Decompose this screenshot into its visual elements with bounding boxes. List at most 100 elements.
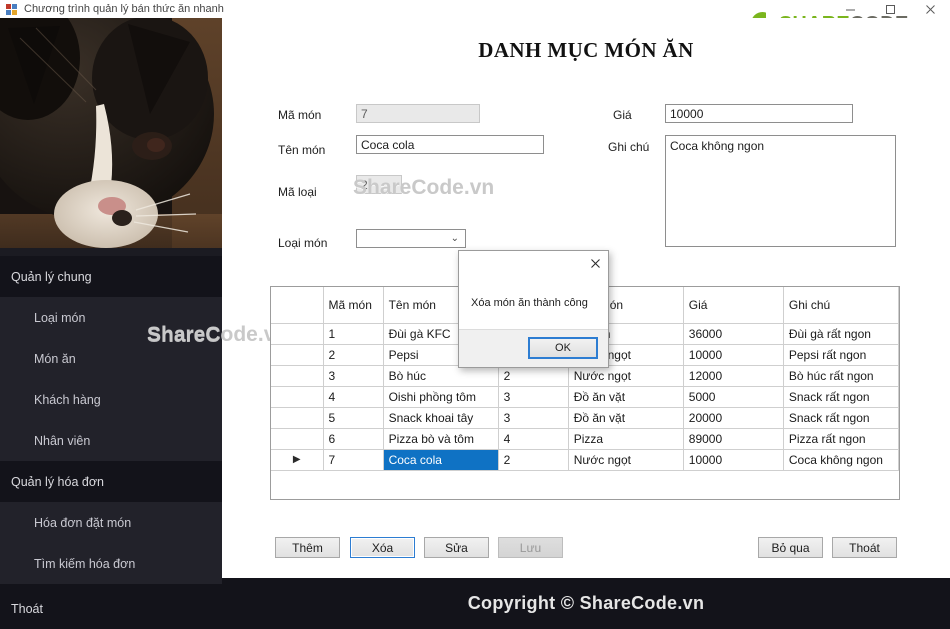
dialog-title-bar xyxy=(459,251,608,277)
cell-gia[interactable]: 36000 xyxy=(683,323,784,345)
sidebar-sublist-quan-ly-hoa-don: Hóa đơn đặt món Tìm kiếm hóa đơn xyxy=(0,502,222,584)
loai-mon-select[interactable]: ⌄ xyxy=(356,229,466,248)
sidebar-item-thoat[interactable]: Thoát xyxy=(0,584,222,629)
table-row[interactable]: 4 Oishi phồng tôm 3 Đồ ăn vặt 5000 Snack… xyxy=(271,386,899,408)
cell-loai-mon[interactable]: Đồ ăn vặt xyxy=(568,386,684,408)
sidebar-item-label: Hóa đơn đặt món xyxy=(34,515,132,530)
ma-mon-input[interactable] xyxy=(356,104,480,123)
cell-ghi-chu[interactable]: Bò húc rất ngon xyxy=(783,365,899,387)
label-gia: Giá xyxy=(613,108,632,122)
row-marker xyxy=(271,386,324,408)
sidebar-item-mon-an[interactable]: Món ăn xyxy=(0,338,222,379)
cell-ma-mon[interactable]: 6 xyxy=(323,428,384,450)
ten-mon-input[interactable] xyxy=(356,135,544,154)
cell-loai-mon[interactable]: Pizza xyxy=(568,428,684,450)
row-marker xyxy=(271,365,324,387)
label-loai-mon: Loại món xyxy=(278,236,328,250)
sidebar-item-khach-hang[interactable]: Khách hàng xyxy=(0,379,222,420)
cell-ghi-chu[interactable]: Pizza rất ngon xyxy=(783,428,899,450)
cell-ma-loai[interactable]: 3 xyxy=(498,407,569,429)
cell-ma-mon[interactable]: 7 xyxy=(323,449,384,471)
table-row[interactable]: 5 Snack khoai tây 3 Đồ ăn vặt 20000 Snac… xyxy=(271,407,899,429)
dialog-footer: OK xyxy=(459,329,608,367)
cell-ma-mon[interactable]: 5 xyxy=(323,407,384,429)
cell-gia[interactable]: 89000 xyxy=(683,428,784,450)
row-marker xyxy=(271,407,324,429)
cell-ma-loai[interactable]: 2 xyxy=(498,365,569,387)
sua-button[interactable]: Sửa xyxy=(424,537,489,558)
cell-ma-mon[interactable]: 2 xyxy=(323,344,384,366)
th-ma-mon[interactable]: Mã món xyxy=(323,287,384,324)
th-ghi-chu[interactable]: Ghi chú xyxy=(783,287,899,324)
th-row-selector[interactable] xyxy=(271,287,324,324)
cell-gia[interactable]: 5000 xyxy=(683,386,784,408)
sidebar-group-label: Quản lý chung xyxy=(11,269,92,284)
dialog-message: Xóa món ăn thành công xyxy=(471,297,588,309)
sidebar-item-label: Khách hàng xyxy=(34,392,101,407)
chevron-down-icon: ⌄ xyxy=(450,232,459,244)
cat-photo xyxy=(0,18,222,256)
sidebar-item-loai-mon[interactable]: Loại món xyxy=(0,297,222,338)
bo-qua-button[interactable]: Bỏ qua xyxy=(758,537,823,558)
sidebar-item-label: Tìm kiếm hóa đơn xyxy=(34,556,136,571)
sidebar-group-quan-ly-chung[interactable]: Quản lý chung xyxy=(0,256,222,297)
cell-ten-mon[interactable]: Oishi phồng tôm xyxy=(383,386,499,408)
sidebar-item-hoa-don-dat-mon[interactable]: Hóa đơn đặt món xyxy=(0,502,222,543)
them-button[interactable]: Thêm xyxy=(275,537,340,558)
cell-ten-mon[interactable]: Coca cola xyxy=(383,449,499,471)
cell-ghi-chu[interactable]: Pepsi rất ngon xyxy=(783,344,899,366)
page-title: DANH MỤC MÓN ĂN xyxy=(478,38,694,62)
cell-ma-loai[interactable]: 4 xyxy=(498,428,569,450)
sidebar-item-nhan-vien[interactable]: Nhân viên xyxy=(0,420,222,461)
cell-gia[interactable]: 10000 xyxy=(683,449,784,471)
cell-ma-loai[interactable]: 3 xyxy=(498,386,569,408)
cell-ma-loai[interactable]: 2 xyxy=(498,449,569,471)
cell-ma-mon[interactable]: 1 xyxy=(323,323,384,345)
th-gia[interactable]: Giá xyxy=(683,287,784,324)
cell-ghi-chu[interactable]: Snack rất ngon xyxy=(783,407,899,429)
row-marker xyxy=(271,323,324,345)
cell-gia[interactable]: 12000 xyxy=(683,365,784,387)
table-row-selected[interactable]: ▶ 7 Coca cola 2 Nước ngọt 10000 Coca khô… xyxy=(271,449,899,471)
label-ten-mon: Tên món xyxy=(278,143,326,157)
row-marker: ▶ xyxy=(271,449,324,471)
cell-loai-mon[interactable]: Nước ngọt xyxy=(568,449,684,471)
sidebar-item-tim-kiem-hoa-don[interactable]: Tìm kiếm hóa đơn xyxy=(0,543,222,584)
ghi-chu-textarea[interactable]: Coca không ngon xyxy=(665,135,896,247)
cell-loai-mon[interactable]: Nước ngọt xyxy=(568,365,684,387)
cell-ten-mon[interactable]: Bò húc xyxy=(383,365,499,387)
dialog-close-icon[interactable] xyxy=(582,251,608,275)
application-window: Chương trình quản lý bán thức ăn nhanh S… xyxy=(0,0,950,629)
cell-gia[interactable]: 10000 xyxy=(683,344,784,366)
cell-ma-mon[interactable]: 4 xyxy=(323,386,384,408)
sidebar: Quản lý chung Loại món Món ăn Khách hàng… xyxy=(0,18,222,629)
cell-ghi-chu[interactable]: Đùi gà rất ngon xyxy=(783,323,899,345)
window-title: Chương trình quản lý bán thức ăn nhanh xyxy=(24,3,224,15)
cell-ma-mon[interactable]: 3 xyxy=(323,365,384,387)
ma-loai-input[interactable] xyxy=(356,175,402,194)
sidebar-group-quan-ly-hoa-don[interactable]: Quản lý hóa đơn xyxy=(0,461,222,502)
copyright-text: Copyright © ShareCode.vn xyxy=(467,593,705,613)
luu-button[interactable]: Lưu xyxy=(498,537,563,558)
table-row[interactable]: 3 Bò húc 2 Nước ngọt 12000 Bò húc rất ng… xyxy=(271,365,899,387)
thoat-button[interactable]: Thoát xyxy=(832,537,897,558)
label-ghi-chu: Ghi chú xyxy=(608,140,650,154)
xoa-button[interactable]: Xóa xyxy=(350,537,415,558)
label-ma-loai: Mã loại xyxy=(278,185,317,199)
cell-ten-mon[interactable]: Snack khoai tây xyxy=(383,407,499,429)
row-marker xyxy=(271,428,324,450)
table-row[interactable]: 6 Pizza bò và tôm 4 Pizza 89000 Pizza rấ… xyxy=(271,428,899,450)
footer-copyright: Copyright © ShareCode.vn xyxy=(222,578,950,629)
success-dialog: Xóa món ăn thành công OK xyxy=(458,250,609,368)
cell-ten-mon[interactable]: Pizza bò và tôm xyxy=(383,428,499,450)
sidebar-item-label: Loại món xyxy=(34,310,86,325)
dialog-ok-button[interactable]: OK xyxy=(528,337,598,359)
gia-input[interactable] xyxy=(665,104,853,123)
cell-loai-mon[interactable]: Đồ ăn vặt xyxy=(568,407,684,429)
cell-ghi-chu[interactable]: Coca không ngon xyxy=(783,449,899,471)
sidebar-exit-label: Thoát xyxy=(11,602,43,616)
cell-ghi-chu[interactable]: Snack rất ngon xyxy=(783,386,899,408)
sidebar-sublist-quan-ly-chung: Loại món Món ăn Khách hàng Nhân viên xyxy=(0,297,222,461)
sidebar-item-label: Nhân viên xyxy=(34,433,91,448)
cell-gia[interactable]: 20000 xyxy=(683,407,784,429)
